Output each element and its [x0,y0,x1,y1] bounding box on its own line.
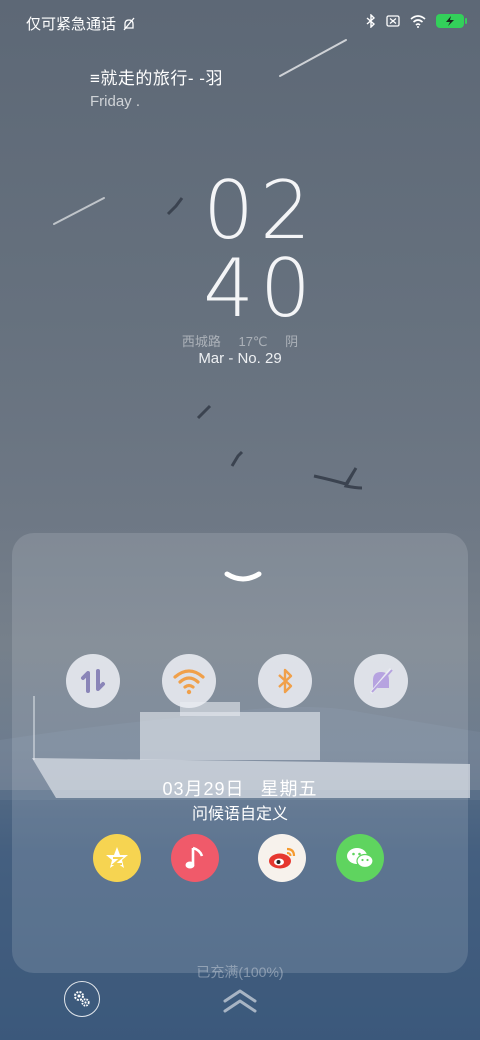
control-panel [12,533,468,973]
lock-clock: 02 40 [0,164,480,335]
star-icon [106,847,128,868]
lyrics-line: ≡就走的旅行- -羽 [90,69,223,88]
greeting-weekday: 星期五 [260,779,318,799]
bell-off-icon [369,668,393,694]
lyrics-subline: Friday . [90,93,141,110]
carrier-text: 仅可紧急通话 [26,16,117,33]
wifi-icon [173,669,205,695]
weather-condition: 阴 [285,334,299,349]
app-shortcuts [0,834,480,884]
greeting-date: 03月29日 [162,779,245,799]
settings-button[interactable] [64,981,100,1017]
battery-charging-icon [436,14,467,28]
silent-toggle[interactable] [354,654,408,708]
data-toggle[interactable] [66,654,120,708]
greeting-date-row: 03月29日 星期五 [0,775,480,801]
wechat-app[interactable] [336,834,384,882]
weather-info: 西城路 17℃ 阴 [0,331,480,350]
bluetooth-icon [278,668,293,694]
bluetooth-toggle[interactable] [258,654,312,708]
no-sim-icon [386,15,400,27]
lyrics-widget[interactable]: ≡就走的旅行- -羽 Friday . [90,64,223,110]
quick-toggles [0,654,480,710]
wifi-toggle[interactable] [162,654,216,708]
status-bar: 仅可紧急通话 [0,0,480,46]
greeting-text[interactable]: 问候语自定义 [0,800,480,824]
wifi-icon [410,14,426,28]
clock-hour: 02 [203,164,317,257]
notification-mute-icon [123,17,135,30]
weather-location: 西城路 [181,334,221,349]
charge-status: 已充满(100%) [196,964,284,980]
weather-temperature: 17℃ [238,334,268,349]
data-transfer-icon [81,669,105,693]
gear-icon [74,991,90,1007]
lock-date: Mar - No. 29 [198,350,282,367]
clock-minute: 40 [203,242,317,335]
bluetooth-icon [366,14,376,28]
music-app[interactable] [171,834,219,882]
weibo-icon [269,847,296,869]
qq-space-app[interactable] [93,834,141,882]
weibo-app[interactable] [258,834,306,882]
collapse-chevron-icon[interactable] [224,570,262,586]
swipe-up-icon[interactable] [222,986,258,1016]
music-note-icon [185,846,204,869]
wechat-icon [347,848,374,869]
